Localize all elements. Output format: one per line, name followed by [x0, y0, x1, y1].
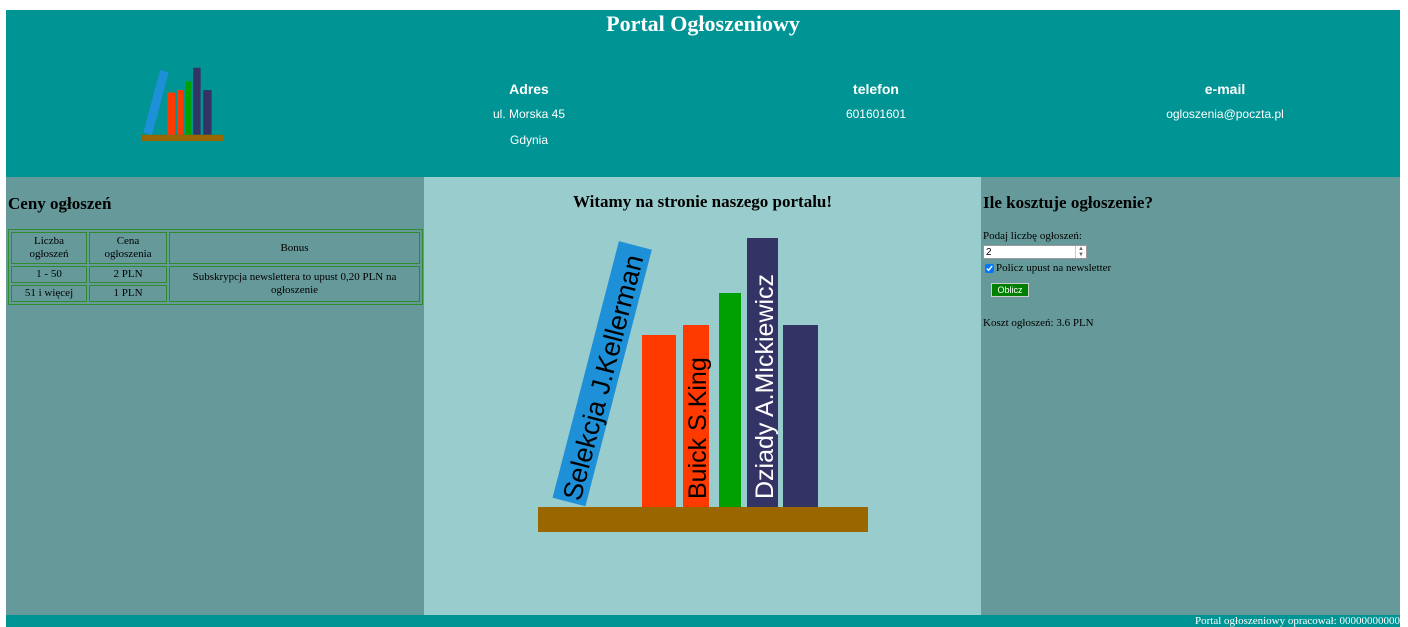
table-header-bonus: Bonus [169, 232, 420, 264]
prices-panel: Ceny ogłoszeń Liczba ogłoszeń Cena ogłos… [6, 177, 424, 615]
page: Portal Ogłoszeniowy Adres ul. Morska 45 … [6, 10, 1400, 627]
address-street: ul. Morska 45 [492, 107, 566, 121]
prices-heading: Ceny ogłoszeń [8, 194, 112, 213]
book-red-plain [642, 335, 676, 507]
book-navy-plain [783, 325, 818, 507]
book-red: Buick S.King [683, 325, 712, 507]
footer-credits: Portal ogłoszeniowy opracował: 000000000… [1195, 615, 1400, 627]
table-cell-price: 2 PLN [89, 266, 167, 283]
count-label: Podaj liczbę ogłoszeń: [983, 230, 1082, 242]
result-text: Koszt ogłoszeń: 3.6 PLN [983, 317, 1094, 329]
header-banner: Portal Ogłoszeniowy Adres ul. Morska 45 … [6, 10, 1400, 177]
newsletter-label: Policz upust na newsletter [996, 262, 1112, 274]
book-blue: Selekcja J.Kellerman [552, 241, 652, 507]
site-title: Portal Ogłoszeniowy [606, 11, 800, 36]
count-stepper[interactable]: ▲ ▼ [1075, 246, 1086, 258]
logo-image [141, 67, 223, 142]
welcome-panel: Witamy na stronie naszego portalu! Selek… [424, 177, 981, 615]
phone-heading: telefon [853, 81, 899, 97]
table-cell-count: 1 - 50 [11, 266, 87, 283]
address-heading: Adres [509, 81, 549, 97]
table-cell-count: 51 i więcej [11, 285, 87, 302]
calculator-panel: Ile kosztuje ogłoszenie? Podaj liczbę og… [981, 177, 1400, 615]
table-header-count: Liczba ogłoszeń [11, 232, 87, 264]
book-title-kellerman: Selekcja J.Kellerman [557, 252, 649, 504]
book-title-king: Buick S.King [684, 357, 712, 499]
calculator-heading: Ile kosztuje ogłoszenie? [983, 193, 1153, 212]
table-row: 1 - 50 2 PLN Subskrypcja newslettera to … [11, 266, 420, 302]
address-city: Gdynia [509, 133, 549, 147]
price-table: Liczba ogłoszeń Cena ogłoszenia Bonus 1 … [8, 229, 423, 305]
book-navy: Dziady A.Mickiewicz [747, 238, 779, 507]
book-green [719, 293, 741, 507]
table-header-row: Liczba ogłoszeń Cena ogłoszenia Bonus [11, 232, 420, 264]
email-address: ogloszenia@poczta.pl [1166, 107, 1284, 121]
phone-column: telefon 601601601 [776, 80, 976, 133]
table-header-price: Cena ogłoszenia [89, 232, 167, 264]
email-heading: e-mail [1204, 81, 1246, 97]
bookshelf-image: Selekcja J.Kellerman Buick S.King Dziady… [538, 238, 868, 532]
phone-number: 601601601 [845, 107, 907, 121]
email-column: e-mail ogloszenia@poczta.pl [1125, 80, 1325, 133]
table-cell-price: 1 PLN [89, 285, 167, 302]
address-column: Adres ul. Morska 45 Gdynia [429, 80, 629, 159]
newsletter-row: Policz upust na newsletter [985, 262, 1111, 274]
footer: Portal ogłoszeniowy opracował: 000000000… [6, 615, 1400, 627]
calculate-button[interactable]: Oblicz [991, 283, 1029, 297]
count-input[interactable] [983, 245, 1087, 259]
table-cell-bonus: Subskrypcja newslettera to upust 0,20 PL… [169, 266, 420, 302]
newsletter-checkbox[interactable] [985, 263, 994, 273]
book-title-mickiewicz: Dziady A.Mickiewicz [751, 274, 779, 499]
shelf-board [538, 507, 868, 532]
welcome-heading: Witamy na stronie naszego portalu! [572, 192, 833, 211]
